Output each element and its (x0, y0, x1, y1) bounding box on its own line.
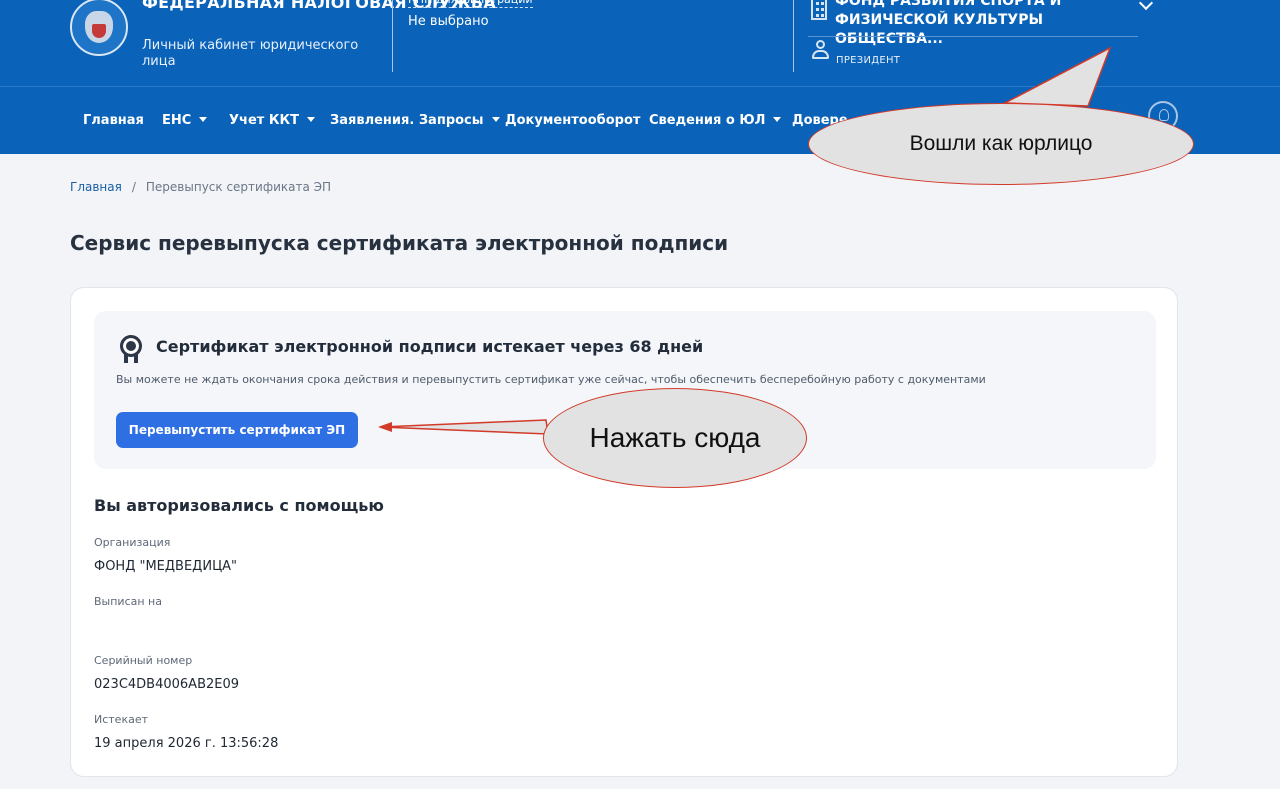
fns-emblem-icon[interactable] (70, 0, 128, 56)
caret-down-icon (306, 117, 315, 122)
header-divider (392, 0, 393, 72)
breadcrumb-separator: / (131, 180, 136, 194)
nav-item-home[interactable]: Главная (83, 113, 144, 128)
building-icon (811, 0, 827, 20)
caret-down-icon (773, 117, 782, 122)
nav-item-ens[interactable]: ЕНС (162, 113, 208, 128)
breadcrumb-current: Перевыпуск сертификата ЭП (145, 180, 332, 194)
field-value-organization: ФОНД "МЕДВЕДИЦА" (94, 559, 238, 574)
callout-text: Вошли как юрлицо (909, 132, 1093, 155)
auth-section-title: Вы авторизовались с помощью (94, 496, 384, 515)
kpp-filter-value[interactable]: Не выбрано (408, 14, 489, 29)
kpp-filter-label[interactable]: КПП для фильтрации (408, 0, 533, 8)
user-icon (811, 40, 831, 60)
top-header: Федеральная налоговая служба Личный каби… (0, 0, 1280, 86)
medal-icon (118, 335, 144, 363)
brand-subtitle: Личный кабинет юридического лица (142, 38, 359, 69)
account-divider (808, 36, 1138, 37)
callout-logged-in: Вошли как юрлицо (808, 103, 1194, 185)
field-label-issued-to: Выписан на (94, 595, 162, 608)
header-divider (793, 0, 794, 72)
nav-item-documents[interactable]: Документооборот (505, 113, 640, 128)
expiry-notice-description: Вы можете не ждать окончания срока дейст… (116, 373, 986, 386)
nav-item-company-info[interactable]: Сведения о ЮЛ (649, 113, 782, 128)
certificate-card: Сертификат электронной подписи истекает … (70, 287, 1178, 777)
field-label-organization: Организация (94, 536, 171, 549)
page-title: Сервис перевыпуска сертификата электронн… (70, 231, 729, 255)
field-value-serial-number: 023C4DB4006AB2E09 (94, 677, 240, 692)
callout-click-here: Нажать сюда (543, 388, 807, 488)
nav-item-applications[interactable]: Заявления. Запросы (330, 113, 500, 128)
breadcrumb-home-link[interactable]: Главная (70, 180, 122, 194)
field-value-expires: 19 апреля 2026 г. 13:56:28 (94, 736, 279, 751)
organization-name[interactable]: Фонд развития спорта и физической культу… (835, 0, 1135, 49)
field-label-expires: Истекает (94, 713, 149, 726)
caret-down-icon (199, 117, 208, 122)
callout-text: Нажать сюда (589, 422, 761, 453)
expiry-notice-title: Сертификат электронной подписи истекает … (156, 337, 704, 356)
nav-item-kkt[interactable]: Учет ККТ (229, 113, 315, 128)
field-label-serial-number: Серийный номер (94, 654, 193, 667)
reissue-certificate-button[interactable]: Перевыпустить сертификат ЭП (116, 412, 358, 448)
chevron-down-icon[interactable] (1138, 0, 1154, 11)
user-role: ПРЕЗИДЕНТ (836, 55, 901, 66)
caret-down-icon (491, 117, 500, 122)
breadcrumb: Главная / Перевыпуск сертификата ЭП (70, 180, 331, 194)
